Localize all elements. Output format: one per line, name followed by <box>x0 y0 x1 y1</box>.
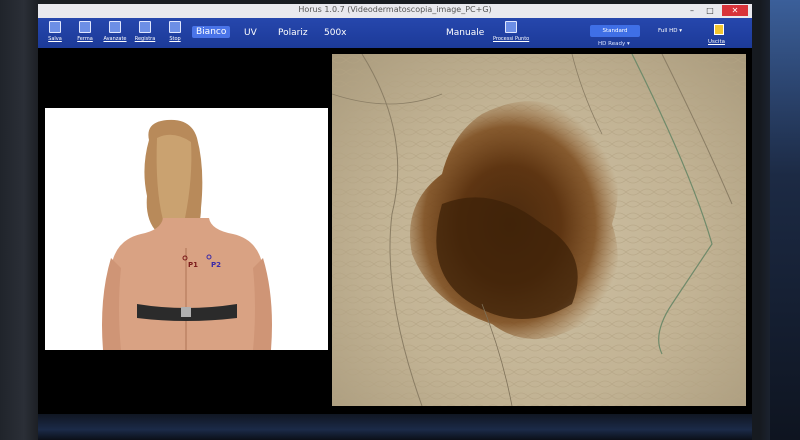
stop-button[interactable]: Stop <box>162 21 188 42</box>
toolbar: Salva Ferma Avanzate Registra Stop Bianc… <box>38 18 752 48</box>
mode-bianco[interactable]: Bianco <box>192 26 231 38</box>
body-back-image <box>102 119 272 350</box>
desktop-background <box>38 414 752 440</box>
hd-ready-dropdown[interactable]: HD Ready ▾ <box>598 41 630 47</box>
mode-500x[interactable]: 500x <box>324 28 347 38</box>
point-p1-label[interactable]: P1 <box>188 261 198 269</box>
window-title: Horus 1.0.7 (Videodermatoscopia_image_PC… <box>298 5 492 14</box>
mode-uv[interactable]: UV <box>244 28 257 38</box>
fullhd-dropdown[interactable]: Full HD ▾ <box>658 28 682 34</box>
minimize-button[interactable]: – <box>684 5 700 16</box>
point-p2-label[interactable]: P2 <box>211 261 221 269</box>
save-icon <box>49 21 61 33</box>
advanced-button[interactable]: Avanzate <box>102 21 128 42</box>
background-decoration <box>770 0 800 440</box>
maximize-button[interactable]: □ <box>702 5 718 16</box>
dermoscopy-image-panel[interactable] <box>332 54 746 406</box>
dermoscopy-image <box>332 54 746 406</box>
standard-button[interactable]: Standard <box>590 25 640 37</box>
record-icon <box>139 21 151 33</box>
exit-icon[interactable] <box>714 24 724 35</box>
app-window: Horus 1.0.7 (Videodermatoscopia_image_PC… <box>38 4 752 414</box>
process-icon <box>505 21 517 33</box>
body-map-panel[interactable]: P1 P2 <box>45 108 328 350</box>
freeze-button[interactable]: Ferma <box>72 21 98 42</box>
stop-square-icon <box>169 21 181 33</box>
manual-mode[interactable]: Manuale <box>446 28 484 38</box>
process-points-button[interactable]: Processi Punto <box>493 21 529 42</box>
mode-polariz[interactable]: Polariz <box>278 28 308 38</box>
title-bar: Horus 1.0.7 (Videodermatoscopia_image_PC… <box>38 4 752 19</box>
exit-button[interactable]: Uscita <box>708 39 725 45</box>
close-button[interactable]: ✕ <box>722 5 748 16</box>
stop-icon <box>79 21 91 33</box>
save-button[interactable]: Salva <box>42 21 68 42</box>
advanced-icon <box>109 21 121 33</box>
record-button[interactable]: Registra <box>132 21 158 42</box>
